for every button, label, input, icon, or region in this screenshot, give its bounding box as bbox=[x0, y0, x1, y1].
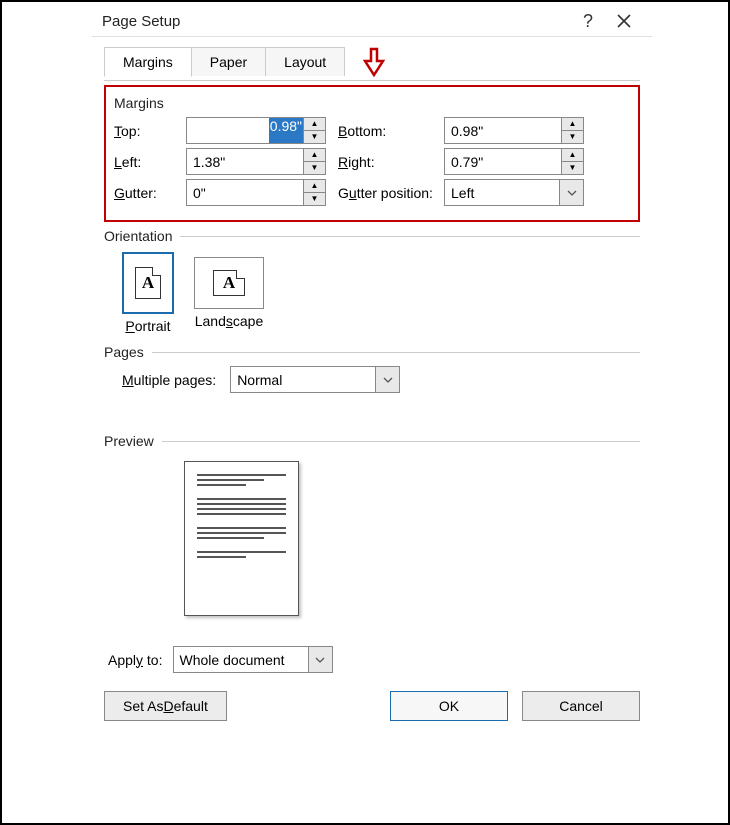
gutter-label: Gutter: bbox=[114, 185, 186, 201]
right-spinner[interactable]: ▲▼ bbox=[444, 148, 584, 175]
bottom-down[interactable]: ▼ bbox=[562, 131, 583, 143]
chevron-down-icon[interactable] bbox=[308, 647, 332, 672]
gutter-position-combo[interactable]: Left bbox=[444, 179, 584, 206]
top-down[interactable]: ▼ bbox=[304, 131, 325, 143]
right-label: Right: bbox=[326, 154, 444, 170]
left-spinner[interactable]: ▲▼ bbox=[186, 148, 326, 175]
chevron-down-icon[interactable] bbox=[559, 180, 583, 205]
apply-to-label: Apply to: bbox=[108, 652, 163, 668]
right-down[interactable]: ▼ bbox=[562, 162, 583, 174]
portrait-label: Portrait bbox=[122, 318, 174, 334]
tab-margins[interactable]: Margins bbox=[104, 47, 192, 77]
ok-button[interactable]: OK bbox=[390, 691, 508, 721]
portrait-option[interactable]: A bbox=[122, 252, 174, 314]
top-label: Top: bbox=[114, 123, 186, 139]
apply-to-combo[interactable]: Whole document bbox=[173, 646, 333, 673]
gutter-down[interactable]: ▼ bbox=[304, 193, 325, 205]
landscape-option[interactable]: A bbox=[194, 257, 264, 309]
preview-page bbox=[184, 461, 299, 616]
multiple-pages-value: Normal bbox=[231, 367, 375, 392]
close-button[interactable] bbox=[606, 13, 642, 29]
gutter-up[interactable]: ▲ bbox=[304, 180, 325, 193]
chevron-down-icon[interactable] bbox=[375, 367, 399, 392]
tab-layout[interactable]: Layout bbox=[265, 47, 345, 76]
annotation-arrow-icon bbox=[362, 47, 386, 80]
right-up[interactable]: ▲ bbox=[562, 149, 583, 162]
pages-section-label: Pages bbox=[104, 344, 144, 360]
orientation-section-label: Orientation bbox=[104, 228, 172, 244]
gutter-position-label: Gutter position: bbox=[326, 185, 444, 201]
left-label: Left: bbox=[114, 154, 186, 170]
bottom-label: Bottom: bbox=[326, 123, 444, 139]
bottom-input[interactable] bbox=[445, 118, 561, 143]
margins-section-label: Margins bbox=[114, 91, 630, 113]
left-down[interactable]: ▼ bbox=[304, 162, 325, 174]
margins-section-highlight: Margins Top: 0.98" ▲▼ Bottom: ▲▼ Left: bbox=[104, 85, 640, 222]
bottom-up[interactable]: ▲ bbox=[562, 118, 583, 131]
bottom-spinner[interactable]: ▲▼ bbox=[444, 117, 584, 144]
gutter-position-value: Left bbox=[445, 180, 559, 205]
cancel-button[interactable]: Cancel bbox=[522, 691, 640, 721]
top-spinner[interactable]: 0.98" ▲▼ bbox=[186, 117, 326, 144]
dialog-title: Page Setup bbox=[102, 13, 180, 30]
preview-section-label: Preview bbox=[104, 433, 154, 449]
left-up[interactable]: ▲ bbox=[304, 149, 325, 162]
left-input[interactable] bbox=[187, 149, 303, 174]
gutter-spinner[interactable]: ▲▼ bbox=[186, 179, 326, 206]
apply-to-value: Whole document bbox=[174, 647, 308, 672]
right-input[interactable] bbox=[445, 149, 561, 174]
set-as-default-button[interactable]: Set As Default bbox=[104, 691, 227, 721]
gutter-input[interactable] bbox=[187, 180, 303, 205]
multiple-pages-combo[interactable]: Normal bbox=[230, 366, 400, 393]
tab-paper[interactable]: Paper bbox=[191, 47, 266, 76]
landscape-label: Landscape bbox=[194, 313, 264, 329]
multiple-pages-label: Multiple pages: bbox=[122, 372, 216, 388]
help-button[interactable]: ? bbox=[570, 12, 606, 30]
top-up[interactable]: ▲ bbox=[304, 118, 325, 131]
